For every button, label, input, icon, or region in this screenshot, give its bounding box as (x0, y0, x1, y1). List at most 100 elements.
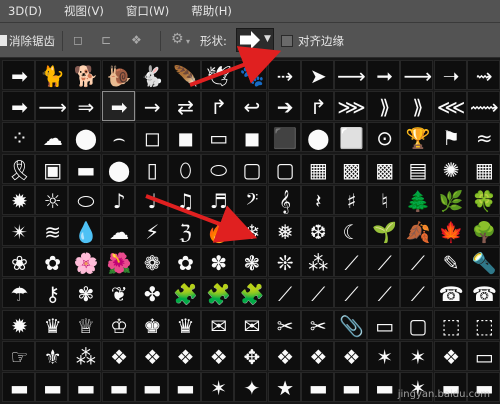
shape-cell[interactable]: ⬭ (68, 184, 102, 215)
shape-cell[interactable]: ◼ (168, 122, 201, 153)
shape-cell[interactable]: 𝄽 (300, 184, 334, 215)
shape-cell[interactable]: ⁘ (2, 122, 35, 153)
shape-cell[interactable]: ⋘ (433, 91, 467, 122)
shape-cell[interactable]: ✶ (367, 340, 401, 371)
shape-cell[interactable]: 🐇 (134, 60, 168, 90)
shape-cell[interactable]: ❃ (234, 247, 268, 278)
shape-cell[interactable]: ♫ (168, 184, 201, 215)
shape-cell[interactable]: ▯ (134, 153, 168, 184)
shape-cell[interactable]: ⟶ (400, 60, 434, 90)
shape-cell[interactable]: ↱ (300, 91, 334, 122)
shape-cell[interactable]: ⟋ (367, 278, 401, 309)
shape-cell[interactable]: 🔦 (466, 247, 500, 278)
shape-cell[interactable]: ↩ (234, 91, 268, 122)
shape-cell[interactable]: ✤ (134, 278, 168, 309)
shape-cell[interactable]: ⟋ (334, 247, 367, 278)
shape-cell[interactable]: 🌲 (400, 184, 434, 215)
shape-cell[interactable]: ▢ (400, 309, 434, 340)
shape-cell[interactable]: → (134, 91, 168, 122)
shape-cell[interactable]: ➔ (267, 91, 301, 122)
shape-cell[interactable]: ⇢ (267, 60, 301, 90)
path-alignment-icon[interactable]: ⊏ (101, 33, 111, 47)
shape-cell[interactable]: 🐾 (234, 60, 268, 90)
shape-cell[interactable]: 🔥 (201, 216, 235, 246)
shape-cell[interactable]: ⋙ (334, 91, 367, 122)
shape-cell[interactable]: 𝄞 (267, 184, 301, 215)
shape-cell[interactable]: ⇒ (68, 91, 102, 122)
shape-cell[interactable]: ⌢ (101, 122, 135, 153)
shape-cell[interactable]: ⁂ (300, 247, 334, 278)
shape-cell[interactable]: ⚷ (35, 278, 69, 309)
shape-cell[interactable]: ▤ (400, 153, 434, 184)
shape-cell[interactable]: ▭ (466, 340, 500, 371)
shape-cell[interactable]: ✿ (35, 247, 69, 278)
shape-cell[interactable]: ▬ (334, 372, 367, 402)
shape-cell[interactable]: ☂ (2, 278, 35, 309)
shape-cell[interactable]: ⟫ (367, 91, 401, 122)
shape-cell[interactable]: ♚ (134, 309, 168, 340)
shape-cell[interactable]: 🐌 (101, 60, 135, 90)
shape-cell[interactable]: ⇄ (168, 91, 201, 122)
shape-cell[interactable]: ⚡ (134, 216, 168, 246)
shape-cell[interactable]: ❖ (101, 340, 135, 371)
shape-cell[interactable]: ✂ (300, 309, 334, 340)
shape-cell[interactable]: ➞ (367, 60, 401, 90)
menu-help[interactable]: 帮助(H) (191, 3, 232, 19)
shape-cell[interactable]: ⟋ (400, 278, 434, 309)
shape-cell[interactable]: ▦ (300, 153, 334, 184)
shape-cell[interactable]: 🐕 (68, 60, 102, 90)
shape-cell[interactable]: ❖ (300, 340, 334, 371)
shape-cell[interactable]: ♕ (68, 309, 102, 340)
chevron-down-icon[interactable]: ▼ (264, 34, 271, 44)
shape-cell[interactable]: ⟋ (367, 247, 401, 278)
shape-cell[interactable]: ☁ (101, 216, 135, 246)
shape-cell[interactable]: ✾ (68, 278, 102, 309)
menu-3d[interactable]: 3D(D) (8, 4, 42, 18)
shape-cell[interactable]: ⟋ (400, 247, 434, 278)
shape-cell[interactable]: ▢ (267, 153, 301, 184)
shape-cell[interactable]: ⚜ (35, 340, 69, 371)
shape-cell[interactable]: ✎ (433, 247, 467, 278)
shape-cell[interactable]: ◻ (134, 122, 168, 153)
shape-cell[interactable]: ❄ (234, 216, 268, 246)
shape-cell[interactable]: ℨ (168, 216, 201, 246)
shape-cell[interactable]: ◼ (234, 122, 268, 153)
chevron-down-icon[interactable]: ▾ (186, 37, 190, 46)
shape-cell[interactable]: ✴ (2, 216, 35, 246)
shape-cell[interactable]: ⟫ (400, 91, 434, 122)
shape-cell[interactable]: ☎ (466, 278, 500, 309)
shape-cell[interactable]: ❊ (267, 247, 301, 278)
shape-cell[interactable]: ⁂ (68, 340, 102, 371)
shape-cell[interactable]: ▢ (234, 153, 268, 184)
shape-cell[interactable]: ❖ (433, 340, 467, 371)
shape-cell[interactable]: ➤ (300, 60, 334, 90)
shape-cell[interactable]: ➡ (2, 60, 35, 90)
shape-cell[interactable]: 🕊 (201, 60, 235, 90)
shape-cell[interactable]: ▬ (134, 372, 168, 402)
shape-cell[interactable]: 𝄢 (234, 184, 268, 215)
shape-cell[interactable]: ❀ (2, 247, 35, 278)
shape-cell[interactable]: ♯ (334, 184, 367, 215)
shape-cell[interactable]: ❆ (300, 216, 334, 246)
shape-cell[interactable]: ☎ (433, 278, 467, 309)
shape-cell[interactable]: ↱ (201, 91, 235, 122)
shape-cell[interactable]: ☁ (35, 122, 69, 153)
shape-cell[interactable]: 🌳 (466, 216, 500, 246)
shape-cell[interactable]: ❖ (168, 340, 201, 371)
shape-cell[interactable]: 🍀 (466, 184, 500, 215)
shape-cell[interactable]: ♔ (101, 309, 135, 340)
shape-cell[interactable]: 🐈 (35, 60, 69, 90)
menu-view[interactable]: 视图(V) (64, 3, 104, 19)
shape-cell[interactable]: 🏆 (400, 122, 434, 153)
shape-cell[interactable]: 🧩 (201, 278, 235, 309)
shape-cell[interactable]: ▬ (300, 372, 334, 402)
shape-cell[interactable]: ✽ (201, 247, 235, 278)
shape-cell[interactable]: ♛ (35, 309, 69, 340)
shape-cell[interactable]: ⬤ (300, 122, 334, 153)
shape-cell[interactable]: ➡ (101, 91, 135, 122)
shape-cell[interactable]: ☼ (35, 184, 69, 215)
shape-cell[interactable]: ▬ (168, 372, 201, 402)
shape-cell[interactable]: ❖ (201, 340, 235, 371)
shape-cell[interactable]: ✦ (234, 372, 268, 402)
shape-cell[interactable]: ▬ (2, 372, 35, 402)
